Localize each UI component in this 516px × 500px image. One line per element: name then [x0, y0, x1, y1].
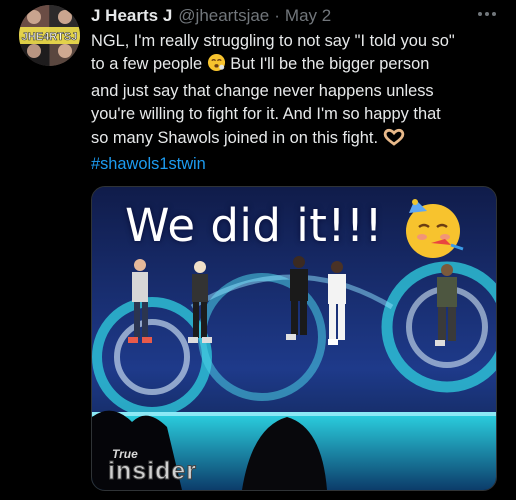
tweet-line-2a: to a few people: [91, 55, 203, 74]
tweet-line-2: to a few people But I'll be the bigger p…: [91, 53, 511, 79]
tweet-media-image[interactable]: We did it!!! True insider: [91, 186, 497, 491]
more-dots-icon: [478, 12, 496, 16]
avatar-text: JHE4RTSJ: [22, 31, 78, 43]
tweet-line-5-text: so many Shawols joined in on this fight.: [91, 128, 378, 147]
more-options-button[interactable]: [474, 2, 500, 26]
tweet-line-5: so many Shawols joined in on this fight.: [91, 127, 511, 153]
tweet-line-2b: But I'll be the bigger person: [225, 55, 430, 74]
heart-hands-emoji-icon: [383, 128, 405, 153]
media-watermark: True insider: [100, 445, 208, 487]
tweet-line-3: and just say that change never happens u…: [91, 81, 434, 100]
tweet-line-6: #shawols1stwin: [91, 153, 511, 176]
tweet-date[interactable]: May 2: [285, 6, 331, 26]
media-caption: We did it!!!: [125, 199, 384, 252]
tweet-line-4: you're willing to fight for it. And I'm …: [91, 105, 441, 124]
author-avatar[interactable]: JHE4RTSJ: [19, 5, 80, 66]
face-exhaling-emoji-icon: [207, 53, 226, 79]
author-handle[interactable]: @jheartsjae: [178, 6, 269, 26]
watermark-bottom-text: insider: [108, 457, 197, 486]
header-separator: ·: [274, 6, 280, 25]
author-display-name[interactable]: J Hearts J: [91, 6, 172, 26]
tweet-header: J Hearts J @jheartsjae · May 2: [91, 5, 331, 27]
tweet-line-1: NGL, I'm really struggling to not say "I…: [91, 32, 455, 50]
hashtag-link[interactable]: #shawols1stwin: [91, 155, 206, 173]
tweet-text: NGL, I'm really struggling to not say "I…: [91, 30, 511, 176]
